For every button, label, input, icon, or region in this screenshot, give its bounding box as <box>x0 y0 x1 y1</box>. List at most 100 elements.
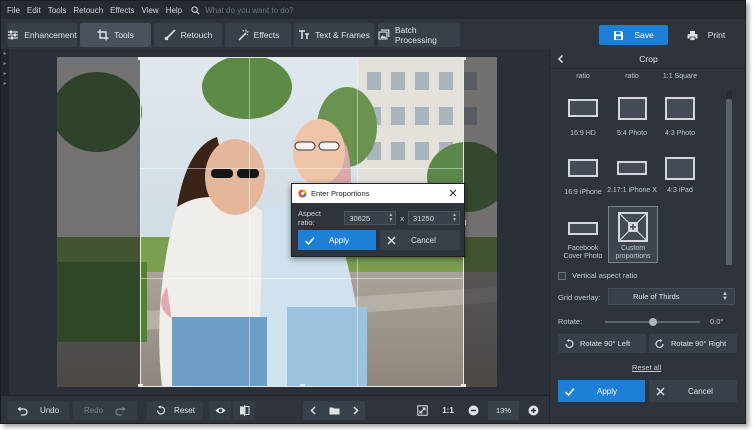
search-input[interactable]: What do you want to do? <box>205 6 294 15</box>
preview-button[interactable] <box>209 401 231 420</box>
redo-icon <box>115 406 126 416</box>
fit-to-screen-button[interactable] <box>411 401 433 420</box>
dialog-cancel-button[interactable]: Cancel <box>380 230 460 250</box>
preset-shape <box>568 99 598 117</box>
aspect-width-field[interactable]: 30625 ▲ ▼ <box>344 211 397 225</box>
grid-overlay-select[interactable]: Rule of Thirds ▲ ▼ <box>608 288 735 305</box>
undo-button[interactable]: Undo <box>7 401 69 420</box>
rotate-slider-knob[interactable] <box>648 318 657 326</box>
aspect-ratio-row: Aspect ratio: 30625 ▲ ▼ x 31250 ▲ ▼ <box>298 209 464 227</box>
menu-view[interactable]: View <box>141 6 158 15</box>
save-button[interactable]: Save <box>599 25 668 45</box>
cancel-button[interactable]: Cancel <box>649 380 737 402</box>
rotate-label: Rotate: <box>558 317 583 326</box>
rotate-left-label: Rotate 90° Left <box>580 339 631 348</box>
search-icon <box>191 5 200 15</box>
menu-help[interactable]: Help <box>166 6 182 15</box>
compare-icon <box>239 405 249 416</box>
preset-2-17-1-iphone-x[interactable]: 2.17:1 iPhone X <box>607 157 657 195</box>
reset-icon <box>156 405 166 415</box>
preset-custom-proportions[interactable]: Custom proportions <box>608 206 658 263</box>
rotate-slider[interactable] <box>605 318 700 326</box>
preset-1-1-square[interactable]: 1:1 Square <box>655 73 705 81</box>
dialog-apply-button[interactable]: Apply <box>298 230 376 250</box>
undo-icon <box>17 406 28 416</box>
menu-tools[interactable]: Tools <box>48 6 67 15</box>
redo-button[interactable]: Redo <box>73 401 137 420</box>
aspect-separator: x <box>400 213 405 223</box>
rotate-right-label: Rotate 90° Right <box>671 339 727 348</box>
brush-icon <box>164 29 176 41</box>
search-box[interactable]: What do you want to do? <box>191 6 294 15</box>
tab-tools[interactable]: Tools <box>80 23 151 47</box>
navigation-group <box>303 401 365 420</box>
crop-mask-left <box>57 57 140 387</box>
aspect-height-field[interactable]: 31250 ▲ ▼ <box>408 211 461 225</box>
close-icon[interactable] <box>448 188 458 198</box>
reset-label: Reset <box>174 406 195 415</box>
image-canvas[interactable] <box>9 49 547 395</box>
sliders-icon <box>8 30 19 40</box>
tab-retouch[interactable]: Retouch <box>154 23 222 47</box>
grid-line <box>249 58 250 386</box>
menu-file[interactable]: File <box>7 6 20 15</box>
preset-ratio-a[interactable]: ratio <box>558 73 608 81</box>
tab-batch-processing[interactable]: Batch Processing <box>378 23 460 47</box>
menu-effects[interactable]: Effects <box>110 6 134 15</box>
crop-icon <box>97 29 109 41</box>
menu-edit[interactable]: Edit <box>27 6 41 15</box>
folder-icon[interactable] <box>329 405 340 416</box>
zoom-level[interactable]: 13% <box>488 401 519 420</box>
tab-enhancement[interactable]: Enhancement <box>7 23 77 47</box>
crop-handle[interactable] <box>461 57 466 60</box>
crop-handle[interactable] <box>300 384 305 387</box>
scrollbar-thumb[interactable] <box>726 99 732 265</box>
fit-screen-icon <box>416 405 428 416</box>
preset-label: 16:9 HD <box>570 130 596 137</box>
presets-scrollbar[interactable] <box>726 91 732 265</box>
preset-shape <box>568 222 598 235</box>
actual-size-button[interactable]: 1:1 <box>437 401 459 420</box>
crop-handle[interactable] <box>138 57 143 60</box>
crop-handle[interactable] <box>461 384 466 387</box>
reset-all-link[interactable]: Reset all <box>632 363 661 372</box>
zoom-in-button[interactable] <box>523 401 543 420</box>
tab-text-frames[interactable]: Text & Frames <box>294 23 374 47</box>
preset-4-3-ipad[interactable]: 4:3 iPad <box>655 157 705 195</box>
checkmark-icon <box>564 387 575 396</box>
reset-button[interactable]: Reset <box>147 401 203 420</box>
rotate-right-button[interactable]: Rotate 90° Right <box>649 334 737 353</box>
apply-label: Apply <box>597 386 618 396</box>
zoom-out-button[interactable] <box>463 401 483 420</box>
crop-handle[interactable] <box>138 384 143 387</box>
preset-16-9-hd[interactable]: 16:9 HD <box>558 95 608 138</box>
vertical-aspect-checkbox[interactable] <box>558 271 566 280</box>
vertical-aspect-label: Vertical aspect ratio <box>572 271 638 280</box>
tab-effects[interactable]: Effects <box>225 23 291 47</box>
chevron-left-icon[interactable] <box>308 405 319 416</box>
spinner-arrows-icon[interactable]: ▲ ▼ <box>452 213 457 223</box>
preset-ratio-b[interactable]: ratio <box>607 73 657 81</box>
preset-4-3-photo[interactable]: 4:3 Photo <box>655 95 705 138</box>
chevron-right-icon[interactable] <box>350 405 361 416</box>
preset-label: 4:3 iPad <box>667 187 693 194</box>
zoom-out-icon <box>468 405 478 416</box>
crop-presets-list: ratio ratio 1:1 Square 16:9 HD 5:4 Photo… <box>550 69 745 265</box>
grid-line <box>141 168 463 169</box>
menu-retouch[interactable]: Retouch <box>73 6 103 15</box>
preset-5-4-photo[interactable]: 5:4 Photo <box>607 95 657 138</box>
preset-facebook-cover[interactable]: Facebook Cover Photo <box>558 215 608 261</box>
magic-wand-icon <box>238 29 249 41</box>
back-arrow-icon[interactable] <box>556 54 566 64</box>
close-icon <box>387 236 396 244</box>
rotate-left-button[interactable]: Rotate 90° Left <box>558 334 646 353</box>
preset-16-9-iphone[interactable]: 16:9 iPhone <box>558 157 608 197</box>
zoom-in-icon <box>528 405 538 416</box>
print-button[interactable]: Print <box>671 25 741 45</box>
apply-button[interactable]: Apply <box>558 380 645 402</box>
compare-button[interactable] <box>233 401 255 420</box>
tab-batch-processing-label: Batch Processing <box>394 25 437 45</box>
collapsed-sidebar[interactable]: ▸ ▸ ▸ ▸ <box>1 49 9 395</box>
menu-bar: File Edit Tools Retouch Effects View Hel… <box>1 1 745 19</box>
spinner-arrows-icon[interactable]: ▲ ▼ <box>388 213 393 223</box>
